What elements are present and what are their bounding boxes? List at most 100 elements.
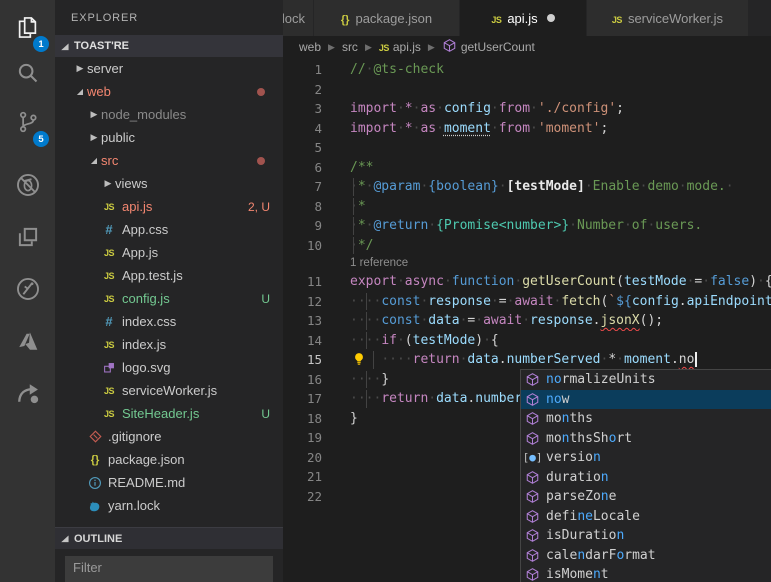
code-line-11[interactable]: 11export·async·function·getUserCount(tes… (283, 272, 771, 292)
activity-live-share[interactable] (0, 371, 55, 415)
tree-item-index-css[interactable]: #index.css (55, 310, 283, 333)
activity-search[interactable] (0, 50, 55, 94)
vscode-window: 15 EXPLORER ◢ TOAST'RE ▶server◢web▶node_… (0, 0, 771, 582)
suggest-label: now (546, 392, 569, 407)
tree-item-views[interactable]: ▶views (55, 172, 283, 195)
code-line-12[interactable]: 12····const·response·=·await·fetch(`${co… (283, 292, 771, 312)
code-line-7[interactable]: 7 ·*·@param·{boolean}·[testMode]·Enable·d… (283, 177, 771, 197)
activity-extensions[interactable] (0, 215, 55, 259)
tree-item-package-json[interactable]: {}package.json (55, 448, 283, 471)
chevron-expanded-icon: ◢ (58, 42, 71, 51)
tab-package-json[interactable]: {}package.json (314, 0, 460, 36)
tab-serviceworker-js[interactable]: JSserviceWorker.js (587, 0, 749, 36)
section-header-outline[interactable]: ◢ OUTLINE (55, 527, 283, 549)
code-line-3[interactable]: 3import·*·as·config·from·'./config'; (283, 99, 771, 119)
tree-item-gitignore[interactable]: .gitignore (55, 425, 283, 448)
breadcrumb-item-src[interactable]: src (342, 40, 358, 54)
lightbulb-icon[interactable] (352, 352, 366, 370)
tree-item-src[interactable]: ◢src (55, 149, 283, 172)
file-label: config.js (122, 291, 170, 306)
tree-item-yarn-lock[interactable]: yarn.lock (55, 494, 283, 517)
tree-item-serviceworker-js[interactable]: JSserviceWorker.js (55, 379, 283, 402)
code-line-6[interactable]: 6/** (283, 158, 771, 178)
code-line-13[interactable]: 13····const·data·=·await·response.jsonX(… (283, 311, 771, 331)
file-label: server (87, 61, 123, 76)
code-line-14[interactable]: 14····if·(testMode)·{ (283, 331, 771, 351)
line-content: ····const·data·=·await·response.jsonX(); (350, 311, 771, 331)
breadcrumb-item-api-js[interactable]: JSapi.js (379, 40, 421, 54)
tab-n-lock[interactable]: n.lock (283, 0, 314, 36)
tab-bar: n.lock{}package.jsonJSapi.jsJSserviceWor… (283, 0, 771, 36)
suggest-item-calendarformat[interactable]: calendarFormat (521, 546, 771, 566)
code-line-8[interactable]: 8·* (283, 197, 771, 217)
suggest-label: months (546, 411, 593, 426)
chevron-collapsed-icon: ▶ (87, 132, 101, 143)
breadcrumb-label: web (299, 40, 321, 54)
code-line-10[interactable]: 10·*/ (283, 236, 771, 256)
activity-history[interactable] (0, 267, 55, 311)
line-number: 15 (283, 350, 322, 370)
line-content: ·*·@param·{boolean}·[testMode]·Enable·de… (350, 177, 771, 197)
method-cube-icon (524, 567, 541, 582)
azure-icon (14, 327, 42, 355)
svg-file-icon (101, 361, 117, 374)
line-number: 7 (283, 177, 322, 197)
code-line-9[interactable]: 9·*·@return·{Promise<number>}·Number·of·… (283, 216, 771, 236)
activity-explorer[interactable]: 1 (0, 5, 55, 49)
suggest-item-now[interactable]: now (521, 390, 771, 410)
suggest-item-months[interactable]: months (521, 409, 771, 429)
tree-item-app-js[interactable]: JSApp.js (55, 241, 283, 264)
line-number: 10 (283, 236, 322, 256)
tree-item-app-css[interactable]: #App.css (55, 218, 283, 241)
tree-item-siteheader-js[interactable]: JSSiteHeader.jsU (55, 402, 283, 425)
code-line-2[interactable]: 2 (283, 80, 771, 100)
outline-filter-input[interactable]: Filter (65, 556, 273, 582)
breadcrumb-item-web[interactable]: web (299, 40, 321, 54)
editor-group: n.lock{}package.jsonJSapi.jsJSserviceWor… (283, 0, 771, 582)
tree-item-node-modules[interactable]: ▶node_modules (55, 103, 283, 126)
code-line-4[interactable]: 4import·*·as·moment·from·'moment'; (283, 119, 771, 139)
codelens-references[interactable]: 1 reference (283, 255, 771, 272)
tree-item-web[interactable]: ◢web (55, 80, 283, 103)
tree-item-api-js[interactable]: JSapi.js2, U (55, 195, 283, 218)
file-label: .gitignore (108, 429, 161, 444)
tab-label: serviceWorker.js (628, 11, 723, 26)
tree-item-server[interactable]: ▶server (55, 57, 283, 80)
outline-label: OUTLINE (74, 533, 122, 545)
tree-item-app-test-js[interactable]: JSApp.test.js (55, 264, 283, 287)
indent-guide (366, 371, 367, 389)
suggest-label: parseZone (546, 489, 616, 504)
indent-guide (366, 332, 367, 350)
suggest-item-ismoment[interactable]: isMoment (521, 565, 771, 582)
extensions-icon (15, 224, 41, 250)
code-line-15[interactable]: 15 ····return·data.numberServed·*·moment… (283, 350, 771, 370)
code-line-5[interactable]: 5 (283, 138, 771, 158)
suggest-label: calendarFormat (546, 548, 656, 563)
activity-debug[interactable] (0, 163, 55, 207)
suggest-item-version[interactable]: [●]version (521, 448, 771, 468)
suggest-item-duration[interactable]: duration (521, 468, 771, 488)
activity-source-control[interactable]: 5 (0, 100, 55, 144)
line-content: export·async·function·getUserCount(testM… (350, 272, 771, 292)
css-file-icon: # (101, 222, 117, 237)
tree-item-public[interactable]: ▶public (55, 126, 283, 149)
suggest-item-definelocale[interactable]: defineLocale (521, 507, 771, 527)
tree-item-readme-md[interactable]: README.md (55, 471, 283, 494)
activity-azure[interactable] (0, 319, 55, 363)
suggest-item-normalizeunits[interactable]: normalizeUnits (521, 370, 771, 390)
method-cube-icon (524, 509, 541, 524)
code-line-1[interactable]: 1//·@ts-check (283, 60, 771, 80)
tree-item-logo-svg[interactable]: logo.svg (55, 356, 283, 379)
git-status-badge: U (261, 407, 270, 421)
tab-api-js[interactable]: JSapi.js (460, 0, 587, 36)
suggest-item-parsezone[interactable]: parseZone (521, 487, 771, 507)
suggest-item-isduration[interactable]: isDuration (521, 526, 771, 546)
tree-item-config-js[interactable]: JSconfig.jsU (55, 287, 283, 310)
suggest-item-monthsshort[interactable]: monthsShort (521, 429, 771, 449)
line-number: 12 (283, 292, 322, 312)
breadcrumb-item-getusercount[interactable]: getUserCount (442, 38, 535, 56)
chevron-expanded-icon: ◢ (73, 87, 87, 96)
section-header-toastre[interactable]: ◢ TOAST'RE (55, 35, 283, 57)
file-label: README.md (108, 475, 185, 490)
tree-item-index-js[interactable]: JSindex.js (55, 333, 283, 356)
